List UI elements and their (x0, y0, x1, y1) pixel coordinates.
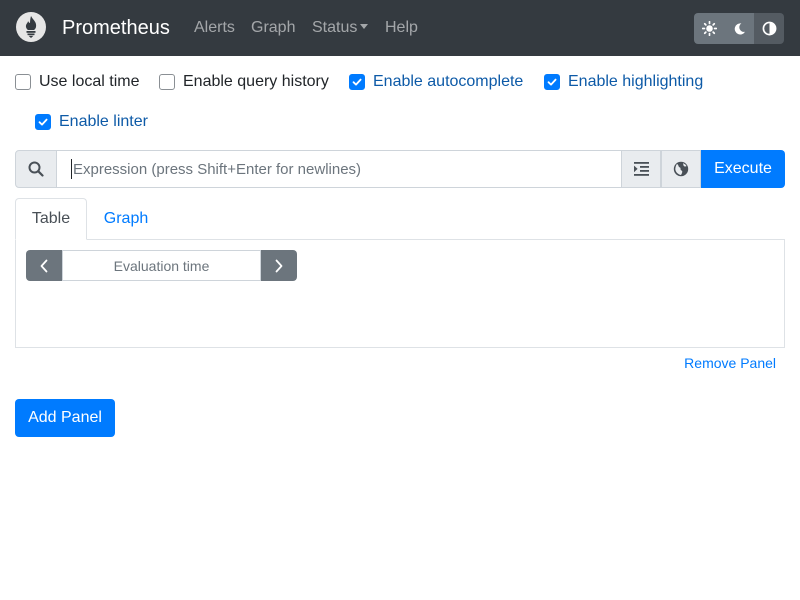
checkbox-label[interactable]: Enable query history (183, 72, 329, 92)
theme-light-button[interactable] (694, 13, 724, 44)
remove-panel-link[interactable]: Remove Panel (684, 355, 776, 371)
checkbox-label[interactable]: Use local time (39, 72, 139, 92)
time-back-button[interactable] (26, 250, 62, 281)
indent-icon (633, 162, 649, 176)
checkmark-icon (547, 78, 557, 86)
evaluation-time-input[interactable]: Evaluation time (62, 250, 261, 281)
nav-link-graph[interactable]: Graph (251, 18, 295, 38)
tab-table[interactable]: Table (15, 198, 87, 240)
navbar: Prometheus Alerts Graph Status Help (0, 0, 800, 56)
checkbox-label[interactable]: Enable linter (59, 112, 148, 132)
nav-link-help[interactable]: Help (385, 18, 418, 38)
search-icon (28, 161, 44, 177)
checkbox-autocomplete[interactable]: Enable autocomplete (349, 72, 523, 92)
globe-icon (673, 161, 689, 177)
checkbox-label[interactable]: Enable autocomplete (373, 72, 523, 92)
evaluation-time-placeholder: Evaluation time (113, 257, 210, 274)
checkbox-query-history[interactable]: Enable query history (159, 72, 329, 92)
theme-switcher (694, 13, 784, 44)
expression-bar: Expression (press Shift+Enter for newlin… (15, 150, 785, 188)
checkbox-linter[interactable]: Enable linter (35, 112, 148, 132)
checkmark-icon (38, 118, 48, 126)
checkbox-box[interactable] (349, 74, 365, 90)
prometheus-logo-icon[interactable] (16, 12, 46, 42)
checkbox-highlighting[interactable]: Enable highlighting (544, 72, 703, 92)
theme-auto-button[interactable] (754, 13, 784, 44)
chevron-right-icon (275, 259, 283, 272)
checkmark-icon (352, 78, 362, 86)
text-cursor (71, 159, 72, 179)
add-panel-button[interactable]: Add Panel (15, 399, 115, 437)
checkbox-box[interactable] (35, 114, 51, 130)
time-forward-button[interactable] (261, 250, 297, 281)
checkbox-use-local-time[interactable]: Use local time (15, 72, 139, 92)
tab-graph[interactable]: Graph (88, 198, 164, 240)
format-expression-button[interactable] (621, 150, 661, 188)
brand-title[interactable]: Prometheus (62, 16, 170, 40)
theme-dark-button[interactable] (724, 13, 754, 44)
checkbox-label[interactable]: Enable highlighting (568, 72, 703, 92)
expression-placeholder: Expression (press Shift+Enter for newlin… (73, 160, 362, 178)
expression-input[interactable]: Expression (press Shift+Enter for newlin… (56, 150, 622, 188)
caret-down-icon (360, 24, 369, 29)
chevron-left-icon (40, 259, 48, 272)
evaluation-time-group: Evaluation time (26, 250, 297, 281)
sun-icon (701, 21, 717, 36)
metrics-explorer-button[interactable] (661, 150, 701, 188)
execute-button[interactable]: Execute (701, 150, 785, 188)
nav-link-alerts[interactable]: Alerts (194, 18, 235, 38)
checkbox-box[interactable] (15, 74, 31, 90)
moon-icon (734, 22, 745, 34)
checkbox-box[interactable] (544, 74, 560, 90)
search-addon (15, 150, 57, 188)
nav-dropdown-status[interactable]: Status (312, 18, 369, 38)
half-circle-icon (762, 21, 776, 36)
checkbox-box[interactable] (159, 74, 175, 90)
nav-status-label: Status (312, 19, 358, 36)
